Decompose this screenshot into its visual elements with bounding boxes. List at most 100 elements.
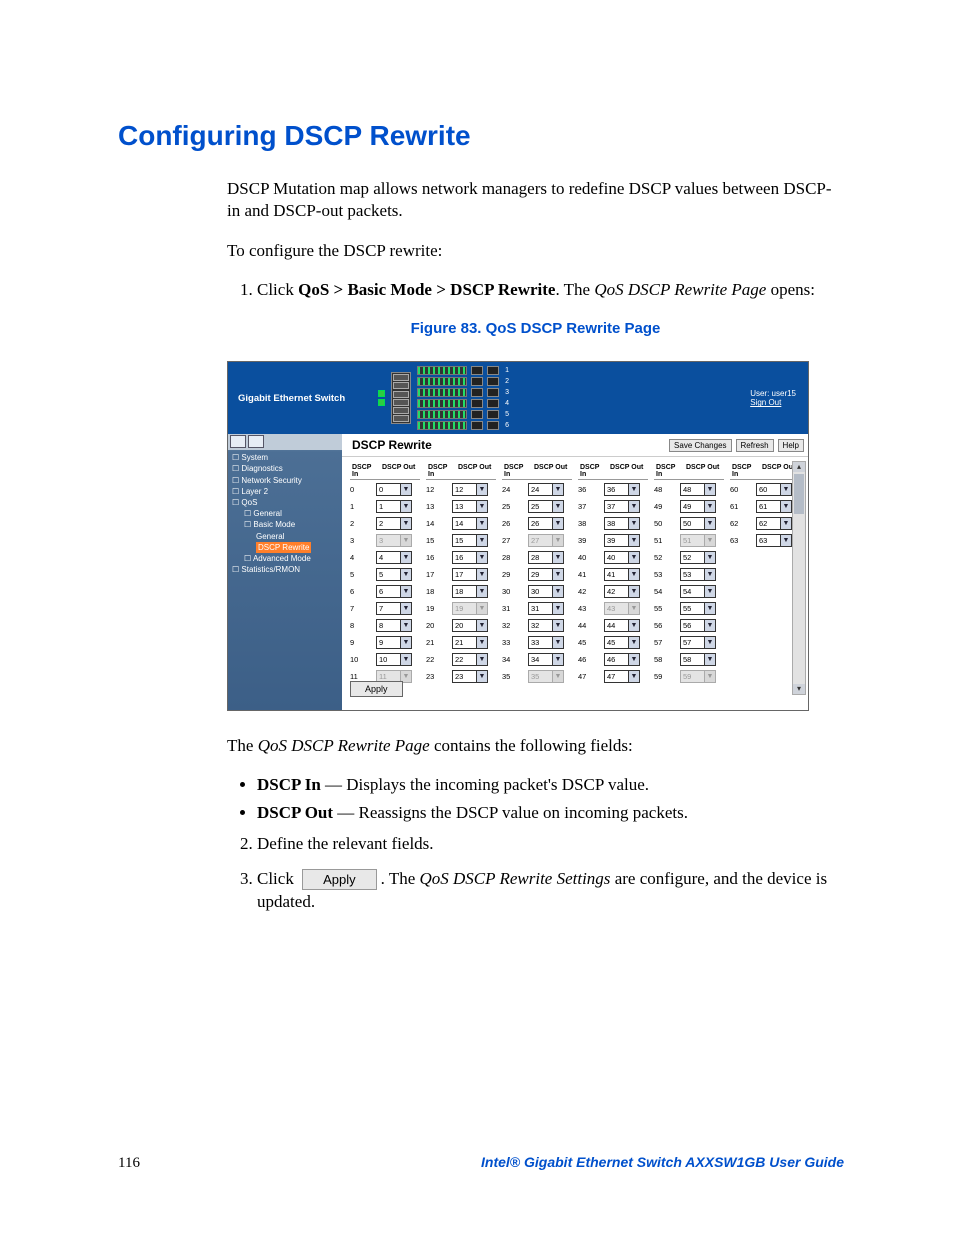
apply-button[interactable]: Apply	[350, 681, 403, 697]
scroll-thumb[interactable]	[794, 474, 804, 514]
dscp-out-select[interactable]: 55▼	[680, 602, 716, 615]
dscp-out-select[interactable]: 8▼	[376, 619, 412, 632]
dscp-out-select[interactable]: 32▼	[528, 619, 564, 632]
dscp-out-select[interactable]: 48▼	[680, 483, 716, 496]
help-button[interactable]: Help	[778, 439, 804, 452]
scroll-down-icon[interactable]: ▾	[793, 684, 805, 694]
dscp-out-select[interactable]: 26▼	[528, 517, 564, 530]
dscp-out-select[interactable]: 49▼	[680, 500, 716, 513]
nav-system[interactable]: System	[232, 452, 338, 463]
nav-layer2[interactable]: Layer 2	[232, 486, 338, 497]
chevron-down-icon[interactable]: ▼	[400, 654, 411, 665]
dscp-out-select[interactable]: 17▼	[452, 568, 488, 581]
nav-qos[interactable]: QoS	[232, 497, 338, 508]
chevron-down-icon[interactable]: ▼	[628, 552, 639, 563]
nav-dscp-rewrite[interactable]: DSCP Rewrite	[232, 542, 338, 553]
chevron-down-icon[interactable]: ▼	[704, 552, 715, 563]
nav-bm-general[interactable]: General	[232, 531, 338, 542]
chevron-down-icon[interactable]: ▼	[780, 484, 791, 495]
dscp-out-select[interactable]: 14▼	[452, 517, 488, 530]
dscp-out-select[interactable]: 61▼	[756, 500, 792, 513]
dscp-out-select[interactable]: 33▼	[528, 636, 564, 649]
chevron-down-icon[interactable]: ▼	[552, 569, 563, 580]
scroll-up-icon[interactable]: ▴	[793, 462, 805, 472]
chevron-down-icon[interactable]: ▼	[628, 501, 639, 512]
dscp-out-select[interactable]: 28▼	[528, 551, 564, 564]
chevron-down-icon[interactable]: ▼	[552, 484, 563, 495]
chevron-down-icon[interactable]: ▼	[400, 484, 411, 495]
chevron-down-icon[interactable]: ▼	[552, 603, 563, 614]
dscp-out-select[interactable]: 29▼	[528, 568, 564, 581]
chevron-down-icon[interactable]: ▼	[552, 518, 563, 529]
dscp-out-select[interactable]: 18▼	[452, 585, 488, 598]
chevron-down-icon[interactable]: ▼	[552, 552, 563, 563]
sign-out-link[interactable]: Sign Out	[750, 398, 796, 407]
chevron-down-icon[interactable]: ▼	[780, 535, 791, 546]
chevron-down-icon[interactable]: ▼	[780, 501, 791, 512]
dscp-out-select[interactable]: 54▼	[680, 585, 716, 598]
dscp-out-select[interactable]: 38▼	[604, 517, 640, 530]
dscp-out-select[interactable]: 23▼	[452, 670, 488, 683]
chevron-down-icon[interactable]: ▼	[476, 637, 487, 648]
chevron-down-icon[interactable]: ▼	[476, 569, 487, 580]
dscp-out-select[interactable]: 58▼	[680, 653, 716, 666]
dscp-out-select[interactable]: 25▼	[528, 500, 564, 513]
chevron-down-icon[interactable]: ▼	[628, 671, 639, 682]
dscp-out-select[interactable]: 56▼	[680, 619, 716, 632]
chevron-down-icon[interactable]: ▼	[400, 586, 411, 597]
nav-statistics[interactable]: Statistics/RMON	[232, 564, 338, 575]
chevron-down-icon[interactable]: ▼	[552, 654, 563, 665]
dscp-out-select[interactable]: 6▼	[376, 585, 412, 598]
chevron-down-icon[interactable]: ▼	[476, 552, 487, 563]
dscp-out-select[interactable]: 1▼	[376, 500, 412, 513]
chevron-down-icon[interactable]: ▼	[704, 501, 715, 512]
dscp-out-select[interactable]: 22▼	[452, 653, 488, 666]
chevron-down-icon[interactable]: ▼	[704, 586, 715, 597]
dscp-out-select[interactable]: 36▼	[604, 483, 640, 496]
chevron-down-icon[interactable]: ▼	[628, 569, 639, 580]
chevron-down-icon[interactable]: ▼	[704, 603, 715, 614]
dscp-out-select[interactable]: 60▼	[756, 483, 792, 496]
chevron-down-icon[interactable]: ▼	[476, 654, 487, 665]
nav-qos-general[interactable]: General	[232, 508, 338, 519]
dscp-out-select[interactable]: 16▼	[452, 551, 488, 564]
chevron-down-icon[interactable]: ▼	[552, 620, 563, 631]
dscp-out-select[interactable]: 52▼	[680, 551, 716, 564]
chevron-down-icon[interactable]: ▼	[552, 637, 563, 648]
chevron-down-icon[interactable]: ▼	[704, 518, 715, 529]
chevron-down-icon[interactable]: ▼	[400, 620, 411, 631]
chevron-down-icon[interactable]: ▼	[628, 637, 639, 648]
save-changes-button[interactable]: Save Changes	[669, 439, 731, 452]
nav-basic-mode[interactable]: Basic Mode	[232, 519, 338, 530]
dscp-out-select[interactable]: 42▼	[604, 585, 640, 598]
chevron-down-icon[interactable]: ▼	[628, 620, 639, 631]
dscp-out-select[interactable]: 50▼	[680, 517, 716, 530]
refresh-button[interactable]: Refresh	[736, 439, 774, 452]
chevron-down-icon[interactable]: ▼	[400, 569, 411, 580]
chevron-down-icon[interactable]: ▼	[704, 620, 715, 631]
chevron-down-icon[interactable]: ▼	[552, 501, 563, 512]
dscp-out-select[interactable]: 5▼	[376, 568, 412, 581]
nav-diagnostics[interactable]: Diagnostics	[232, 463, 338, 474]
dscp-out-select[interactable]: 2▼	[376, 517, 412, 530]
chevron-down-icon[interactable]: ▼	[552, 586, 563, 597]
chevron-down-icon[interactable]: ▼	[628, 518, 639, 529]
dscp-out-select[interactable]: 21▼	[452, 636, 488, 649]
dscp-out-select[interactable]: 37▼	[604, 500, 640, 513]
chevron-down-icon[interactable]: ▼	[400, 552, 411, 563]
chevron-down-icon[interactable]: ▼	[628, 484, 639, 495]
chevron-down-icon[interactable]: ▼	[704, 654, 715, 665]
dscp-out-select[interactable]: 12▼	[452, 483, 488, 496]
chevron-down-icon[interactable]: ▼	[704, 637, 715, 648]
collapse-all-icon[interactable]	[248, 435, 264, 448]
dscp-out-select[interactable]: 31▼	[528, 602, 564, 615]
expand-all-icon[interactable]	[230, 435, 246, 448]
dscp-out-select[interactable]: 0▼	[376, 483, 412, 496]
chevron-down-icon[interactable]: ▼	[476, 535, 487, 546]
dscp-out-select[interactable]: 4▼	[376, 551, 412, 564]
chevron-down-icon[interactable]: ▼	[476, 586, 487, 597]
chevron-down-icon[interactable]: ▼	[628, 586, 639, 597]
dscp-out-select[interactable]: 44▼	[604, 619, 640, 632]
dscp-out-select[interactable]: 57▼	[680, 636, 716, 649]
chevron-down-icon[interactable]: ▼	[704, 484, 715, 495]
